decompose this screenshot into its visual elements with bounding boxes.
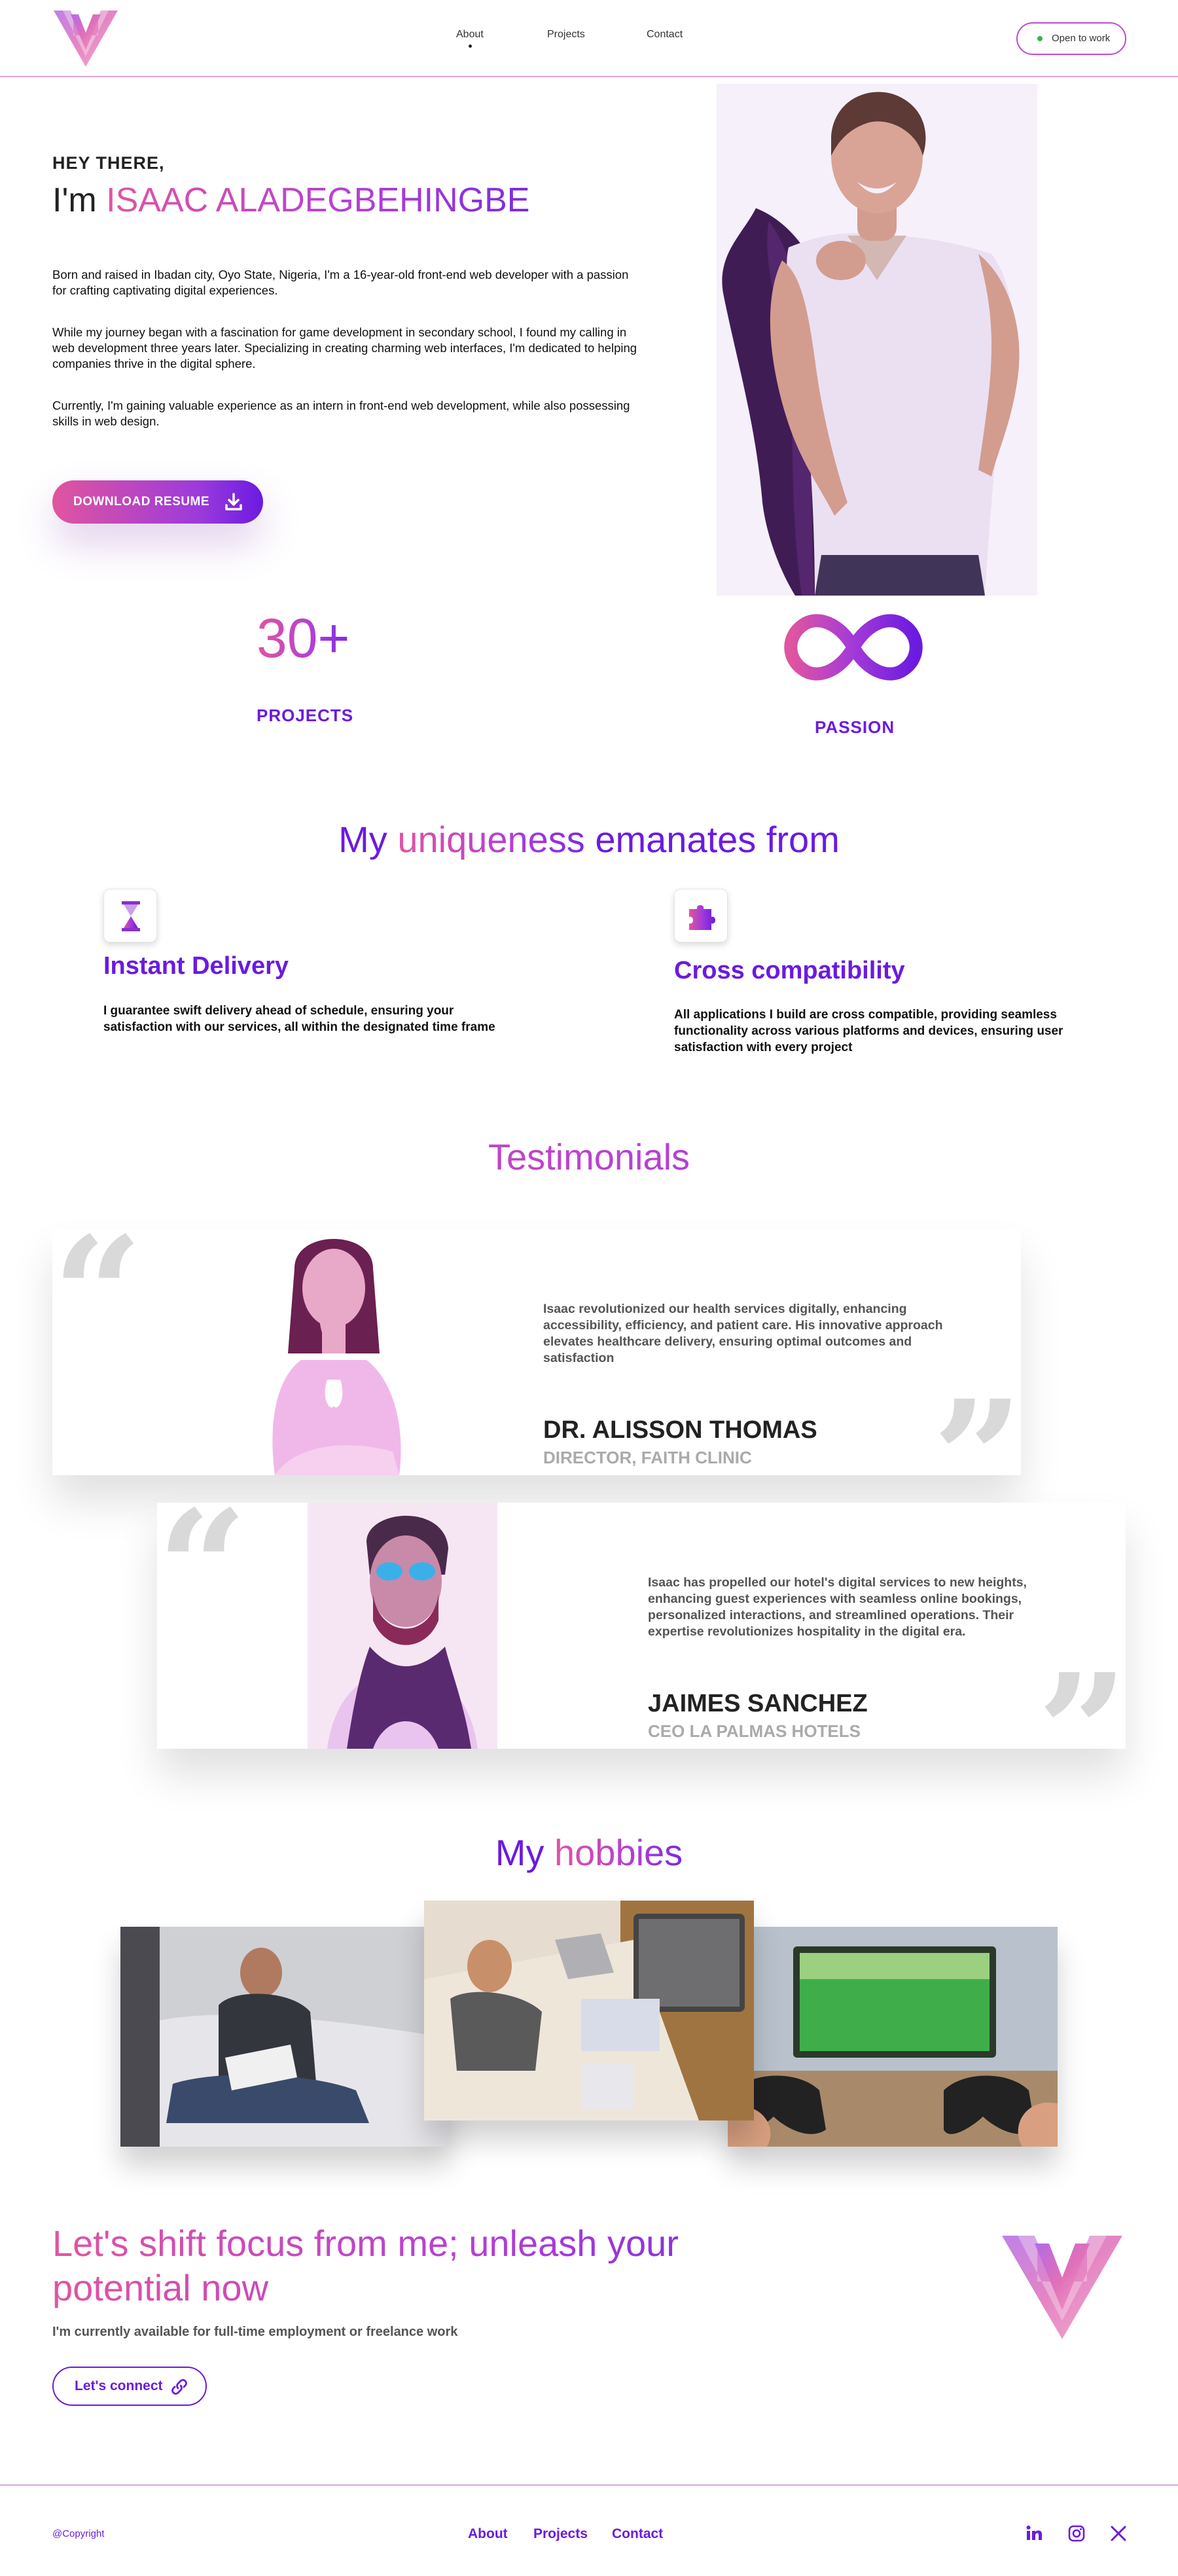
stat-projects-label: PROJECTS (257, 706, 354, 725)
testimonial-avatar (308, 1503, 497, 1749)
instagram-icon[interactable] (1067, 2524, 1086, 2543)
open-quote-icon: “ (157, 1476, 248, 1660)
hobby-image-coding (424, 1901, 754, 2120)
linkedin-icon[interactable] (1024, 2524, 1044, 2543)
testimonial-text: Isaac revolutionized our health services… (543, 1302, 943, 1365)
nav-projects[interactable]: Projects (547, 29, 585, 41)
uniqueness-heading-highlight: uniqueness (397, 819, 585, 860)
footer-nav-contact[interactable]: Contact (612, 2526, 663, 2542)
hourglass-icon (122, 901, 140, 931)
hobbies-heading-highlight: hobbies (554, 1832, 683, 1873)
bio-paragraph: While my journey began with a fascinatio… (52, 325, 637, 370)
uniqueness-heading: My uniqueness emanates from (0, 818, 1178, 861)
feature-title: Instant Delivery (103, 952, 289, 980)
download-resume-button[interactable]: DOWNLOAD RESUME (52, 480, 263, 524)
lets-connect-button[interactable]: Let's connect (52, 2367, 207, 2406)
testimonial-text: Isaac has propelled our hotel's digital … (648, 1575, 1027, 1639)
x-icon[interactable] (1109, 2524, 1128, 2543)
close-quote-icon: ” (1037, 1639, 1128, 1824)
open-to-work-label: Open to work (1052, 33, 1111, 44)
hero-greeting: HEY THERE, (52, 153, 165, 173)
active-nav-indicator (469, 45, 472, 48)
bio-paragraph: Born and raised in Ibadan city, Oyo Stat… (52, 268, 629, 297)
stat-projects-value: 30+ (257, 605, 350, 671)
site-header: About Projects Contact Open to work (0, 0, 1178, 77)
hobby-image-reading (120, 1927, 450, 2147)
testimonial-name: DR. ALISSON THOMAS (543, 1416, 817, 1444)
testimonial-card: “ Isaac revolutionized our health servic… (52, 1216, 1023, 1537)
hobbies-heading-start: My (495, 1832, 544, 1873)
hero-im: I'm (52, 181, 97, 219)
cta-subtitle: I'm currently available for full-time em… (52, 2325, 458, 2339)
uniqueness-heading-start: My (338, 819, 387, 860)
hobby-image-gaming (728, 1927, 1058, 2147)
uniqueness-heading-end: emanates from (595, 819, 840, 860)
footer-nav-projects[interactable]: Projects (533, 2526, 588, 2542)
stat-passion-label: PASSION (815, 717, 895, 737)
status-dot-icon (1037, 36, 1043, 41)
footer-nav-about[interactable]: About (468, 2526, 508, 2542)
site-footer: @Copyright About Projects Contact (0, 2484, 1178, 2576)
download-icon (225, 493, 242, 510)
hero-portrait (717, 84, 1037, 596)
puzzle-icon (689, 905, 715, 930)
cta-heading: Let's shift focus from me; unleash your … (52, 2221, 772, 2310)
main-nav: About Projects Contact (0, 29, 1178, 48)
testimonial-card: “ Isaac has propelled our hotel's digita… (157, 1490, 1128, 1810)
link-icon (171, 2379, 187, 2395)
lets-connect-label: Let's connect (75, 2378, 163, 2393)
bio-paragraph: Currently, I'm gaining valuable experien… (52, 399, 630, 428)
open-quote-icon: “ (52, 1202, 143, 1387)
hero-intro: I'm ISAAC ALADEGBEHINGBE (52, 181, 530, 220)
hero-name: ISAAC ALADEGBEHINGBE (106, 181, 530, 219)
nav-about[interactable]: About (456, 29, 484, 41)
feature-text: I guarantee swift delivery ahead of sche… (103, 1004, 495, 1034)
feature-icon-box (103, 889, 157, 942)
testimonial-name: JAIMES SANCHEZ (648, 1690, 868, 1717)
feature-title: Cross compatibility (674, 957, 905, 984)
testimonial-role: DIRECTOR, FAITH CLINIC (543, 1448, 752, 1467)
logo-large (1002, 2236, 1122, 2339)
testimonials-heading: Testimonials (0, 1136, 1178, 1178)
nav-contact[interactable]: Contact (647, 29, 683, 41)
testimonial-avatar (272, 1239, 401, 1475)
feature-icon-box (674, 889, 728, 942)
copyright: @Copyright (52, 2528, 105, 2539)
infinity-icon (784, 614, 923, 681)
feature-text: All applications I build are cross compa… (674, 1008, 1063, 1054)
testimonial-role: CEO LA PALMAS HOTELS (648, 1721, 861, 1741)
open-to-work-button[interactable]: Open to work (1016, 22, 1126, 55)
download-resume-label: DOWNLOAD RESUME (73, 495, 210, 509)
hobbies-heading: My hobbies (0, 1831, 1178, 1874)
